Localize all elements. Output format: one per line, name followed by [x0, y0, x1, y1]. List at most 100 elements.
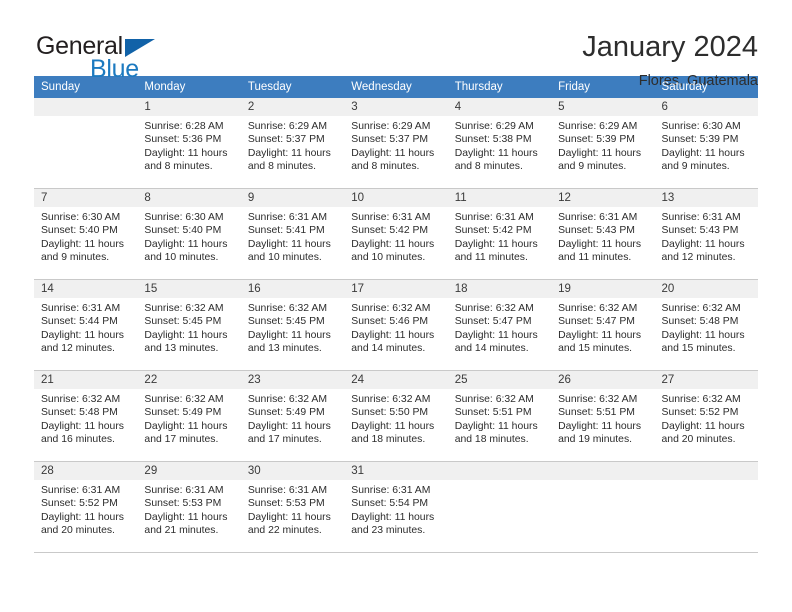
day-cell-inner: 10 Sunrise: 6:31 AM Sunset: 5:42 PM Dayligh… — [344, 189, 448, 279]
calendar-day-cell[interactable]: 19 Sunrise: 6:32 AM Sunset: 5:47 PM Dayligh… — [551, 279, 655, 371]
calendar-day-cell[interactable]: 4 Sunrise: 6:29 AM Sunset: 5:38 PM Daylight… — [447, 98, 552, 189]
day-number: 21 — [34, 371, 138, 389]
calendar-day-cell[interactable]: 10 Sunrise: 6:31 AM Sunset: 5:42 PM Dayligh… — [344, 188, 448, 280]
calendar-day-cell[interactable]: 9 Sunrise: 6:31 AM Sunset: 5:41 PM Daylight… — [240, 188, 345, 280]
daylight-text-line1: Daylight: 11 hours — [454, 147, 538, 159]
day-cell-inner: 28 Sunrise: 6:31 AM Sunset: 5:52 PM Dayligh… — [34, 462, 138, 552]
day-cell-inner: 13 Sunrise: 6:31 AM Sunset: 5:43 PM Dayligh… — [654, 189, 758, 279]
calendar-day-cell[interactable]: 16 Sunrise: 6:32 AM Sunset: 5:45 PM Dayligh… — [240, 279, 345, 371]
sunset-text: Sunset: 5:46 PM — [351, 316, 429, 328]
calendar-day-cell[interactable]: 26 Sunrise: 6:32 AM Sunset: 5:51 PM Dayligh… — [551, 370, 655, 462]
day-cell-inner: 25 Sunrise: 6:32 AM Sunset: 5:51 PM Dayligh… — [447, 371, 552, 461]
day-number: 3 — [344, 98, 448, 116]
day-cell-inner: 24 Sunrise: 6:32 AM Sunset: 5:50 PM Dayligh… — [344, 371, 448, 461]
day-cell-inner: 14 Sunrise: 6:31 AM Sunset: 5:44 PM Dayligh… — [34, 280, 138, 370]
day-number: 12 — [551, 189, 655, 207]
sunrise-text: Sunrise: 6:32 AM — [247, 394, 327, 405]
daylight-text-line1: Daylight: 11 hours — [454, 238, 538, 250]
calendar-day-cell[interactable]: 25 Sunrise: 6:32 AM Sunset: 5:51 PM Dayligh… — [447, 370, 552, 462]
calendar-table: Sunday Monday Tuesday Wednesday Thursday… — [34, 76, 758, 553]
day-number: 27 — [654, 371, 758, 389]
day-cell-inner: 30 Sunrise: 6:31 AM Sunset: 5:53 PM Dayligh… — [240, 462, 345, 552]
calendar-day-cell[interactable]: 23 Sunrise: 6:32 AM Sunset: 5:49 PM Dayligh… — [240, 370, 345, 462]
daylight-text-line1: Daylight: 11 hours — [558, 238, 642, 250]
calendar-day-cell[interactable]: 3 Sunrise: 6:29 AM Sunset: 5:37 PM Daylight… — [344, 98, 448, 189]
calendar-day-cell[interactable]: 2 Sunrise: 6:29 AM Sunset: 5:37 PM Daylight… — [240, 98, 345, 189]
sunset-text: Sunset: 5:36 PM — [144, 134, 222, 146]
day-number: 13 — [654, 189, 758, 207]
day-number: 6 — [654, 98, 758, 116]
calendar-day-cell[interactable]: 27 Sunrise: 6:32 AM Sunset: 5:52 PM Dayligh… — [654, 370, 758, 462]
daylight-text-line2: and 14 minutes. — [351, 343, 426, 355]
daylight-text-line1: Daylight: 11 hours — [144, 329, 228, 341]
calendar-day-cell[interactable]: 6 Sunrise: 6:30 AM Sunset: 5:39 PM Daylight… — [654, 98, 758, 189]
sunrise-text: Sunrise: 6:31 AM — [454, 212, 534, 223]
daylight-text-line2: and 13 minutes. — [247, 343, 322, 355]
sunset-text: Sunset: 5:51 PM — [558, 407, 635, 419]
calendar-day-cell[interactable]: 8 Sunrise: 6:30 AM Sunset: 5:40 PM Daylight… — [137, 188, 241, 280]
sunset-text: Sunset: 5:42 PM — [454, 225, 532, 237]
calendar-week-row: 1 Sunrise: 6:28 AM Sunset: 5:36 PM Daylight… — [34, 98, 758, 189]
daylight-text-line2: and 10 minutes. — [247, 252, 322, 264]
day-number — [447, 462, 552, 480]
daylight-text-line1: Daylight: 11 hours — [558, 329, 642, 341]
calendar-day-cell[interactable]: 1 Sunrise: 6:28 AM Sunset: 5:36 PM Daylight… — [137, 98, 241, 189]
day-number: 14 — [34, 280, 138, 298]
sunset-text: Sunset: 5:47 PM — [454, 316, 532, 328]
day-cell-inner: 6 Sunrise: 6:30 AM Sunset: 5:39 PM Daylight… — [654, 98, 758, 188]
calendar-day-cell[interactable]: 29 Sunrise: 6:31 AM Sunset: 5:53 PM Dayligh… — [137, 461, 241, 553]
sunrise-text: Sunrise: 6:31 AM — [351, 485, 431, 496]
day-details: Sunrise: 6:32 AM Sunset: 5:48 PM Daylight:… — [34, 389, 137, 447]
calendar-day-cell[interactable]: 31 Sunrise: 6:31 AM Sunset: 5:54 PM Dayligh… — [344, 461, 448, 553]
day-details: Sunrise: 6:29 AM Sunset: 5:37 PM Daylight:… — [344, 116, 447, 174]
day-number: 31 — [344, 462, 448, 480]
sunset-text: Sunset: 5:45 PM — [247, 316, 325, 328]
daylight-text-line1: Daylight: 11 hours — [351, 329, 435, 341]
sunset-text: Sunset: 5:54 PM — [351, 498, 429, 510]
day-details: Sunrise: 6:31 AM Sunset: 5:44 PM Daylight:… — [34, 298, 137, 356]
day-cell-inner: 26 Sunrise: 6:32 AM Sunset: 5:51 PM Dayligh… — [551, 371, 655, 461]
calendar-day-cell[interactable]: 30 Sunrise: 6:31 AM Sunset: 5:53 PM Dayligh… — [240, 461, 345, 553]
sunset-text: Sunset: 5:48 PM — [41, 407, 118, 419]
calendar-day-cell[interactable]: 18 Sunrise: 6:32 AM Sunset: 5:47 PM Dayligh… — [447, 279, 552, 371]
day-cell-inner: 27 Sunrise: 6:32 AM Sunset: 5:52 PM Dayligh… — [654, 371, 758, 461]
daylight-text-line1: Daylight: 11 hours — [144, 420, 228, 432]
sunrise-text: Sunrise: 6:32 AM — [661, 394, 741, 405]
daylight-text-line2: and 12 minutes. — [661, 252, 736, 264]
calendar-day-cell[interactable]: 21 Sunrise: 6:32 AM Sunset: 5:48 PM Dayligh… — [34, 370, 138, 462]
daylight-text-line1: Daylight: 11 hours — [41, 329, 124, 341]
general-blue-logo[interactable]: General Blue — [34, 30, 164, 86]
daylight-text-line2: and 17 minutes. — [247, 434, 322, 446]
daylight-text-line1: Daylight: 11 hours — [558, 147, 642, 159]
day-number: 23 — [240, 371, 345, 389]
daylight-text-line1: Daylight: 11 hours — [247, 420, 331, 432]
daylight-text-line1: Daylight: 11 hours — [247, 147, 331, 159]
daylight-text-line1: Daylight: 11 hours — [247, 238, 331, 250]
day-details: Sunrise: 6:32 AM Sunset: 5:45 PM Daylight:… — [137, 298, 240, 356]
calendar-day-cell[interactable]: 24 Sunrise: 6:32 AM Sunset: 5:50 PM Dayligh… — [344, 370, 448, 462]
calendar-day-cell[interactable]: 17 Sunrise: 6:32 AM Sunset: 5:46 PM Dayligh… — [344, 279, 448, 371]
calendar-day-cell[interactable]: 20 Sunrise: 6:32 AM Sunset: 5:48 PM Dayligh… — [654, 279, 758, 371]
day-number: 30 — [240, 462, 345, 480]
daylight-text-line2: and 22 minutes. — [247, 525, 322, 537]
calendar-day-cell[interactable]: 5 Sunrise: 6:29 AM Sunset: 5:39 PM Daylight… — [551, 98, 655, 189]
sunset-text: Sunset: 5:38 PM — [454, 134, 532, 146]
day-number: 18 — [447, 280, 552, 298]
calendar-day-cell[interactable]: 28 Sunrise: 6:31 AM Sunset: 5:52 PM Dayligh… — [34, 461, 138, 553]
sunset-text: Sunset: 5:53 PM — [144, 498, 222, 510]
sunrise-text: Sunrise: 6:31 AM — [144, 485, 224, 496]
sunset-text: Sunset: 5:37 PM — [247, 134, 325, 146]
day-number: 17 — [344, 280, 448, 298]
calendar-day-cell[interactable]: 15 Sunrise: 6:32 AM Sunset: 5:45 PM Dayligh… — [137, 279, 241, 371]
day-details: Sunrise: 6:32 AM Sunset: 5:46 PM Daylight:… — [344, 298, 447, 356]
calendar-page: General Blue January 2024 Flores, Guatem… — [0, 0, 792, 612]
weekday-header-wednesday: Wednesday — [344, 76, 448, 98]
calendar-day-cell[interactable]: 12 Sunrise: 6:31 AM Sunset: 5:43 PM Dayligh… — [551, 188, 655, 280]
calendar-day-cell[interactable]: 14 Sunrise: 6:31 AM Sunset: 5:44 PM Dayligh… — [34, 279, 138, 371]
daylight-text-line2: and 17 minutes. — [144, 434, 219, 446]
calendar-day-cell[interactable]: 22 Sunrise: 6:32 AM Sunset: 5:49 PM Dayligh… — [137, 370, 241, 462]
calendar-day-cell[interactable]: 11 Sunrise: 6:31 AM Sunset: 5:42 PM Dayligh… — [447, 188, 552, 280]
day-cell-inner: 2 Sunrise: 6:29 AM Sunset: 5:37 PM Daylight… — [240, 98, 345, 188]
calendar-day-cell[interactable]: 7 Sunrise: 6:30 AM Sunset: 5:40 PM Daylight… — [34, 188, 138, 280]
calendar-day-cell[interactable]: 13 Sunrise: 6:31 AM Sunset: 5:43 PM Dayligh… — [654, 188, 758, 280]
